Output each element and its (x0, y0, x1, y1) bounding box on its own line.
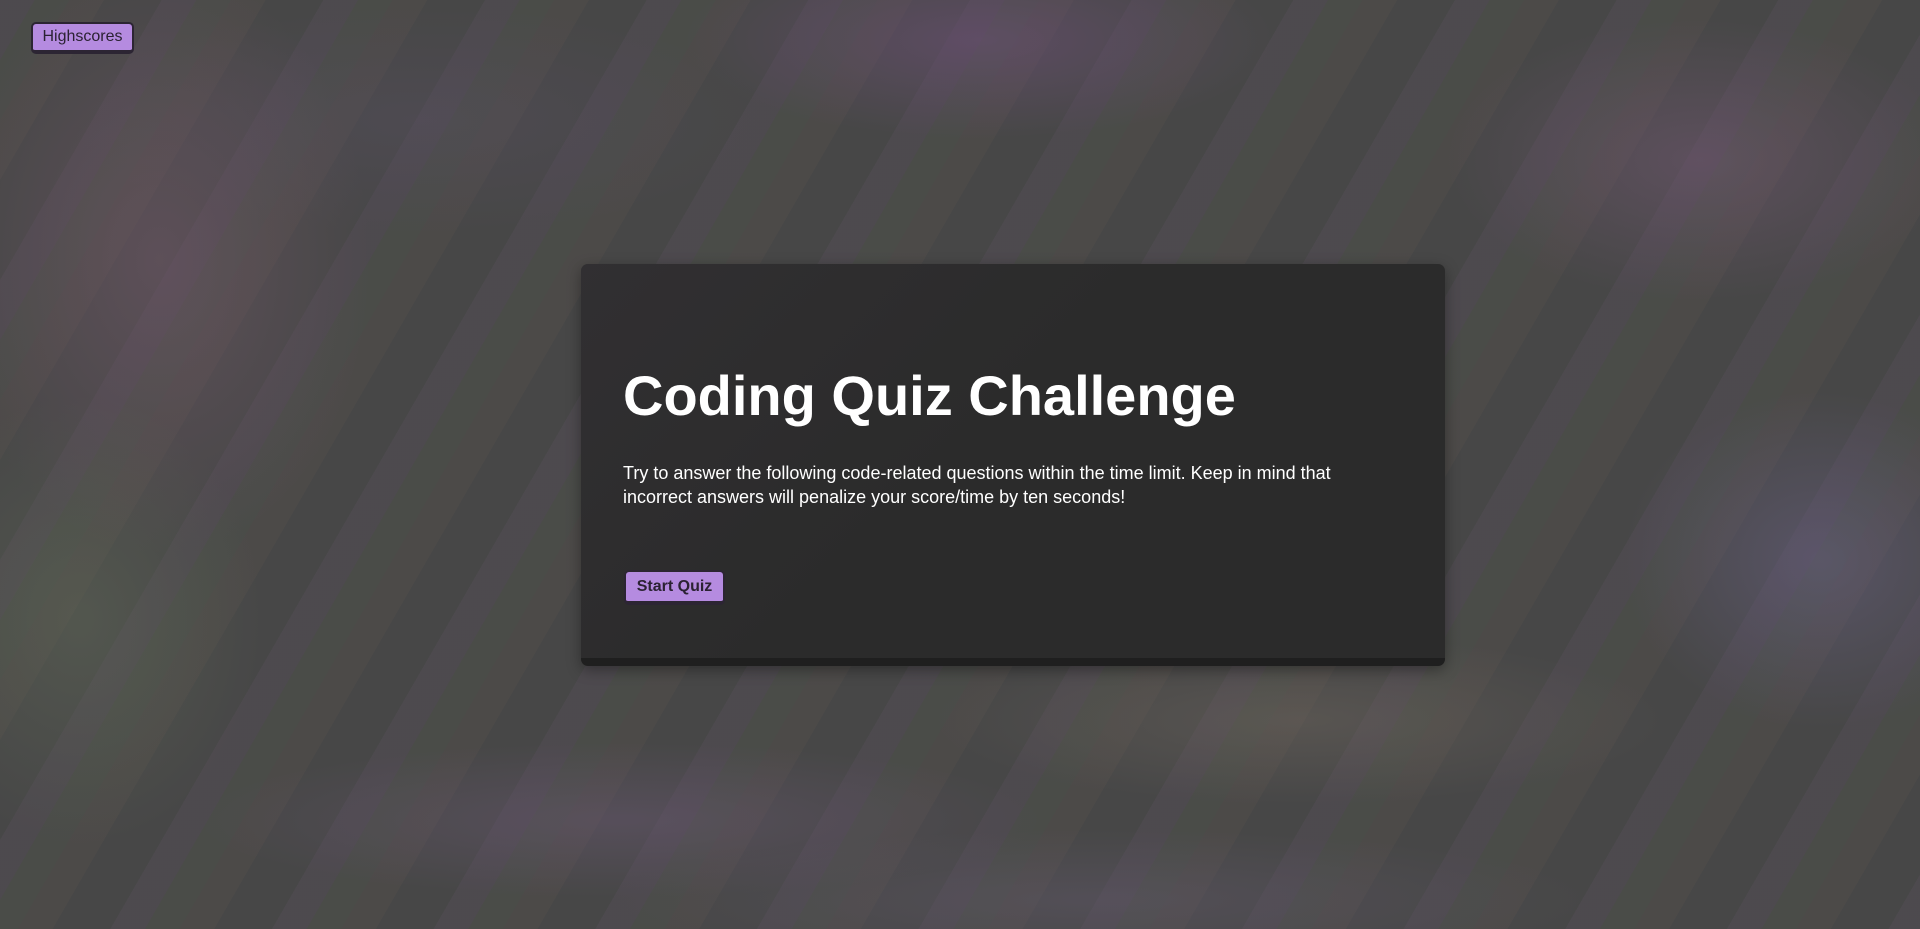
intro-description: Try to answer the following code-related… (623, 463, 1331, 507)
page-title: Coding Quiz Challenge (623, 364, 1236, 427)
start-quiz-button[interactable]: Start Quiz (624, 570, 725, 605)
intro-card: Coding Quiz Challenge Try to answer the … (581, 264, 1445, 666)
highscores-button[interactable]: Highscores (31, 22, 134, 54)
